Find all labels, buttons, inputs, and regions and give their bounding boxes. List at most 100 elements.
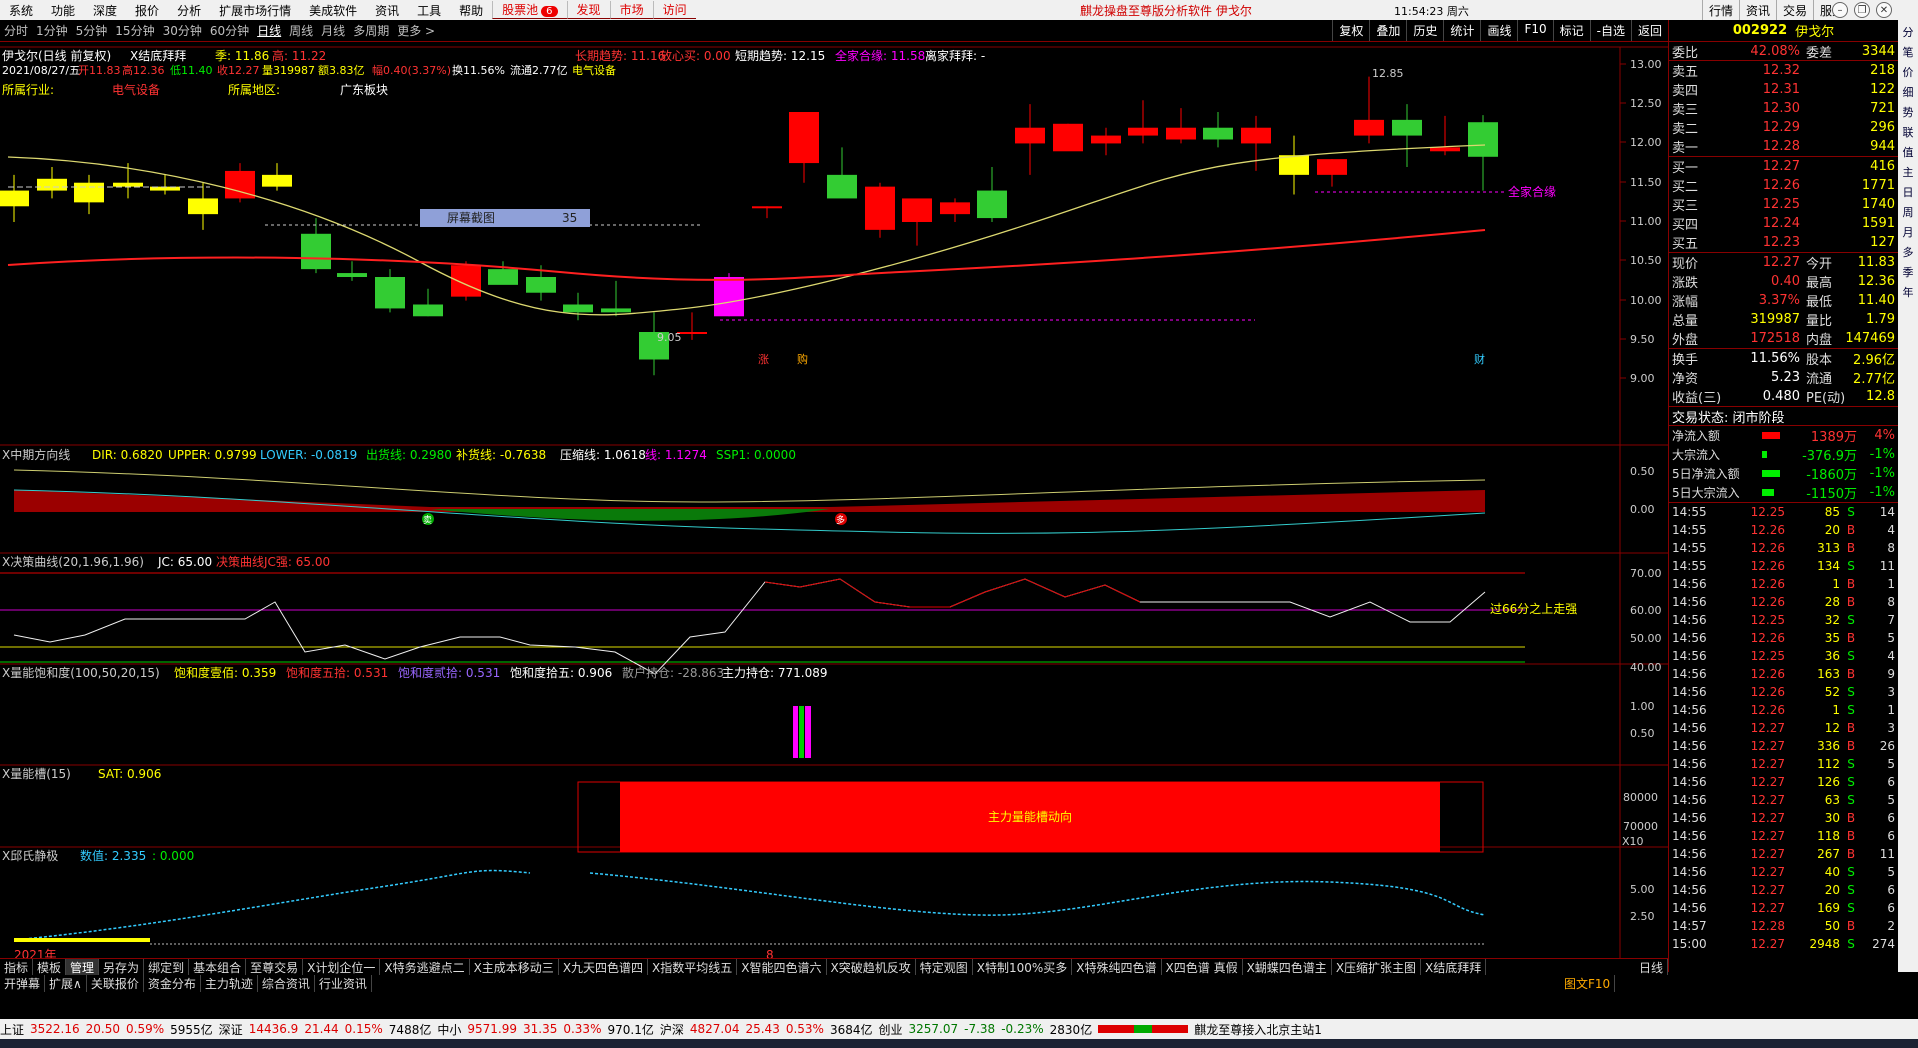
period-day[interactable]: 日线 bbox=[253, 22, 285, 39]
indicator-tab[interactable]: X特殊纯四色谱 bbox=[1072, 959, 1162, 975]
candle-body[interactable] bbox=[940, 202, 970, 215]
btn-lishi[interactable]: 历史 bbox=[1406, 20, 1443, 41]
indicator-tab[interactable]: X计划企位一 bbox=[303, 959, 381, 975]
indicator-tab[interactable]: 管理 bbox=[66, 959, 100, 975]
bottom-tab[interactable]: 关联报价 bbox=[87, 975, 144, 992]
side-tool-13[interactable]: 年 bbox=[1903, 284, 1914, 300]
menu-item-ext-market[interactable]: 扩展市场行情 bbox=[210, 2, 300, 19]
zx-label[interactable]: 中小 bbox=[437, 1021, 461, 1038]
menu-item-meicheng[interactable]: 美成软件 bbox=[300, 2, 366, 19]
bid-row[interactable]: 买五 12.23 127 bbox=[1669, 233, 1898, 252]
side-tool-10[interactable]: 月 bbox=[1903, 224, 1914, 240]
close-icon[interactable]: ✕ bbox=[1876, 2, 1892, 18]
candle-body[interactable] bbox=[1354, 119, 1384, 136]
bottom-tab[interactable]: 扩展∧ bbox=[45, 975, 87, 992]
sz-label[interactable]: 深证 bbox=[219, 1021, 243, 1038]
tick-list[interactable]: 14:55 12.25 85 S 14 14:55 12.26 20 B 4 14:55 12.26 3… bbox=[1669, 503, 1898, 953]
bid-row[interactable]: 买三 12.25 1740 bbox=[1669, 195, 1898, 214]
menu-item-tools[interactable]: 工具 bbox=[408, 2, 450, 19]
menu-item-discover[interactable]: 发现 bbox=[566, 1, 610, 19]
side-tool-6[interactable]: 值 bbox=[1903, 144, 1914, 160]
bottom-tab[interactable]: 资金分布 bbox=[144, 975, 201, 992]
btn-fuquan[interactable]: 复权 bbox=[1332, 20, 1369, 41]
period-60min[interactable]: 60分钟 bbox=[206, 22, 253, 39]
candle-body[interactable] bbox=[188, 198, 218, 215]
indicator-tab[interactable]: X智能四色谱六 bbox=[737, 959, 827, 975]
restore-icon[interactable]: ❐ bbox=[1854, 2, 1870, 18]
kline-chart[interactable]: 伊戈尔(日线 前复权) X结底拜拜 季: 11.86 高: 11.22 长期趋势… bbox=[0, 44, 1668, 964]
side-tool-7[interactable]: 主 bbox=[1903, 164, 1914, 180]
period-5min[interactable]: 5分钟 bbox=[72, 22, 112, 39]
indicator-tab[interactable]: X特务逃避点二 bbox=[380, 959, 470, 975]
menu-item-depth[interactable]: 深度 bbox=[84, 2, 126, 19]
candle-body[interactable] bbox=[1128, 127, 1158, 136]
candle-body[interactable] bbox=[1392, 119, 1422, 136]
candle-body[interactable] bbox=[488, 269, 518, 285]
indicator-tab[interactable]: 基本组合 bbox=[189, 959, 247, 975]
indicator-tab[interactable]: 模板 bbox=[33, 959, 67, 975]
candle-body[interactable] bbox=[1015, 127, 1045, 144]
bottom-tab[interactable]: 综合资讯 bbox=[258, 975, 315, 992]
ask-row[interactable]: 卖三 12.30 721 bbox=[1669, 99, 1898, 118]
candle-body[interactable] bbox=[902, 198, 932, 222]
menu-item-help[interactable]: 帮助 bbox=[450, 2, 492, 19]
btn-zixuan[interactable]: -自选 bbox=[1589, 20, 1631, 41]
ask-row[interactable]: 卖二 12.29 296 bbox=[1669, 118, 1898, 137]
region-value[interactable]: 广东板块 bbox=[340, 83, 388, 97]
candle-body[interactable] bbox=[827, 174, 857, 199]
candle-body[interactable] bbox=[977, 190, 1007, 219]
side-tool-4[interactable]: 势 bbox=[1903, 104, 1914, 120]
ask-row[interactable]: 卖四 12.31 122 bbox=[1669, 80, 1898, 99]
candle-body[interactable] bbox=[413, 304, 443, 317]
ask-row[interactable]: 卖一 12.28 944 bbox=[1669, 137, 1898, 156]
tab-zixun[interactable]: 资讯 bbox=[1739, 0, 1776, 20]
indicator-tab[interactable]: X主成本移动三 bbox=[470, 959, 559, 975]
candle-body[interactable] bbox=[262, 174, 292, 187]
cy-label[interactable]: 创业 bbox=[879, 1021, 903, 1038]
candle-body[interactable] bbox=[601, 308, 631, 313]
candle-body[interactable] bbox=[526, 277, 556, 293]
candle-body[interactable] bbox=[677, 332, 707, 334]
indicator-tab[interactable]: 至尊交易 bbox=[246, 959, 304, 975]
candle-body[interactable] bbox=[563, 304, 593, 313]
candle-body[interactable] bbox=[789, 112, 819, 164]
candle-body[interactable] bbox=[301, 233, 331, 270]
candle-body[interactable] bbox=[74, 182, 104, 203]
menu-item-market[interactable]: 市场 bbox=[609, 1, 653, 19]
tab-hq[interactable]: 行情 bbox=[1702, 0, 1739, 20]
bid-row[interactable]: 买二 12.26 1771 bbox=[1669, 176, 1898, 195]
side-tool-8[interactable]: 日 bbox=[1903, 184, 1914, 200]
indicator-tab[interactable]: X四色谱 真假 bbox=[1162, 959, 1243, 975]
candle-body[interactable] bbox=[337, 273, 367, 277]
candle-body[interactable] bbox=[113, 182, 143, 187]
candle-body[interactable] bbox=[37, 178, 67, 191]
bottom-tab[interactable]: 行业资讯 bbox=[315, 975, 372, 992]
industry-value[interactable]: 电气设备 bbox=[112, 82, 160, 97]
side-tool-12[interactable]: 季 bbox=[1903, 264, 1914, 280]
menu-item-function[interactable]: 功能 bbox=[42, 2, 84, 19]
period-30min[interactable]: 30分钟 bbox=[159, 22, 206, 39]
indicator-tab[interactable]: X结底拜拜 bbox=[1421, 959, 1487, 975]
period-indicator[interactable]: 日线 bbox=[1635, 959, 1668, 975]
btn-fanhui[interactable]: 返回 bbox=[1630, 20, 1668, 41]
side-tool-0[interactable]: 分 bbox=[1903, 24, 1914, 40]
menu-item-stock-pool[interactable]: 股票池 6 bbox=[492, 1, 567, 19]
candle-body[interactable] bbox=[752, 206, 782, 209]
bottom-tab[interactable]: 主力轨迹 bbox=[201, 975, 258, 992]
period-month[interactable]: 月线 bbox=[317, 22, 349, 39]
indicator-tab[interactable]: X突破趋机反攻 bbox=[827, 959, 916, 975]
candle-body[interactable] bbox=[1468, 122, 1498, 157]
period-fenshi[interactable]: 分时 bbox=[0, 22, 32, 39]
side-tool-2[interactable]: 价 bbox=[1903, 64, 1914, 80]
menu-item-quote[interactable]: 报价 bbox=[126, 2, 168, 19]
tab-jiaoyi[interactable]: 交易 bbox=[1776, 0, 1813, 20]
f10-tab[interactable]: 图文F10 bbox=[1560, 975, 1616, 992]
btn-diejia[interactable]: 叠加 bbox=[1369, 20, 1406, 41]
menu-item-visit[interactable]: 访问 bbox=[652, 1, 696, 19]
btn-biaoji[interactable]: 标记 bbox=[1552, 20, 1590, 41]
side-tool-5[interactable]: 联 bbox=[1903, 124, 1914, 140]
menu-item-news[interactable]: 资讯 bbox=[366, 2, 408, 19]
indicator-tab[interactable]: 特定观图 bbox=[916, 959, 973, 975]
side-tool-9[interactable]: 周 bbox=[1903, 204, 1914, 220]
indicator-tab[interactable]: X指数平均线五 bbox=[648, 959, 738, 975]
